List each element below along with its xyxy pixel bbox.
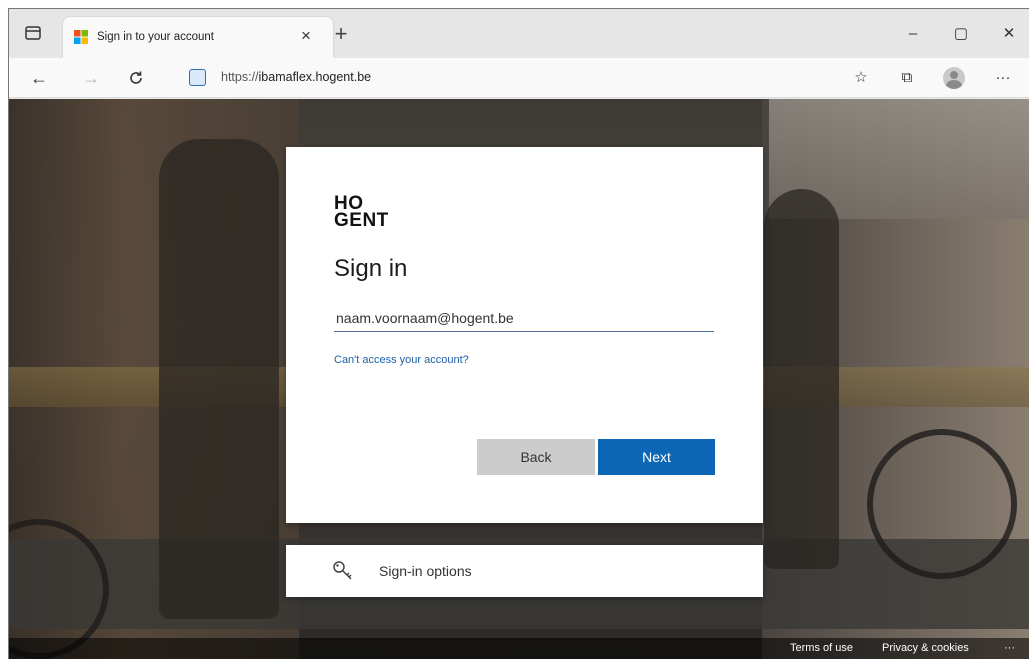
background-person-left	[159, 139, 279, 619]
next-button[interactable]: Next	[598, 439, 715, 475]
collections-icon[interactable]: ⧉	[895, 66, 919, 90]
background-person-right	[764, 189, 839, 569]
browser-tab[interactable]: Sign in to your account ×	[63, 17, 333, 58]
new-tab-button[interactable]: +	[330, 23, 352, 46]
tab-title: Sign in to your account	[97, 31, 214, 43]
refresh-glyph-icon	[130, 71, 142, 84]
key-icon	[333, 561, 352, 580]
close-tab-icon[interactable]: ×	[296, 26, 316, 46]
back-arrow-icon[interactable]: ←	[25, 64, 53, 92]
hogent-logo: HO GENT	[334, 194, 389, 231]
forward-arrow-icon[interactable]: →	[77, 64, 105, 92]
logo-line2: GENT	[334, 210, 389, 231]
footer-more-icon[interactable]: ···	[1004, 642, 1015, 654]
privacy-cookies-link[interactable]: Privacy & cookies	[882, 642, 969, 654]
signin-options-label: Sign-in options	[379, 563, 472, 579]
refresh-icon[interactable]	[122, 64, 150, 92]
minimize-button[interactable]: –	[893, 19, 933, 49]
cant-access-link[interactable]: Can't access your account?	[334, 354, 469, 366]
tab-bar: Sign in to your account × + – ▢ ✕	[9, 9, 1029, 58]
site-info-icon[interactable]	[189, 69, 206, 86]
url-host: ibamaflex.hogent.be	[258, 70, 372, 84]
browser-toolbar: ← → https://ibamaflex.hogent.be ☆ ⧉ ···	[9, 58, 1029, 98]
avatar[interactable]	[943, 67, 965, 89]
page-footer: Terms of use Privacy & cookies ···	[9, 638, 1029, 659]
close-window-button[interactable]: ✕	[989, 19, 1029, 49]
favorites-star-icon[interactable]: ☆	[849, 66, 873, 90]
address-bar[interactable]: https://ibamaflex.hogent.be	[221, 70, 371, 84]
maximize-button[interactable]: ▢	[941, 19, 981, 49]
page-title: Sign in	[334, 255, 408, 282]
background-bicycle-wheel	[867, 429, 1017, 579]
email-field[interactable]	[334, 304, 714, 332]
page-content: HO GENT Sign in Can't access your accoun…	[9, 99, 1029, 659]
signin-options-button[interactable]: Sign-in options	[286, 545, 763, 597]
more-menu-icon[interactable]: ···	[991, 66, 1015, 90]
terms-of-use-link[interactable]: Terms of use	[790, 642, 853, 654]
back-button[interactable]: Back	[477, 439, 595, 475]
signin-card: HO GENT Sign in Can't access your accoun…	[286, 147, 763, 523]
microsoft-logo-icon	[74, 30, 88, 44]
tab-actions-icon[interactable]	[23, 23, 43, 43]
url-scheme: https://	[221, 70, 259, 84]
browser-window: Sign in to your account × + – ▢ ✕ ← → ht…	[8, 8, 1029, 659]
